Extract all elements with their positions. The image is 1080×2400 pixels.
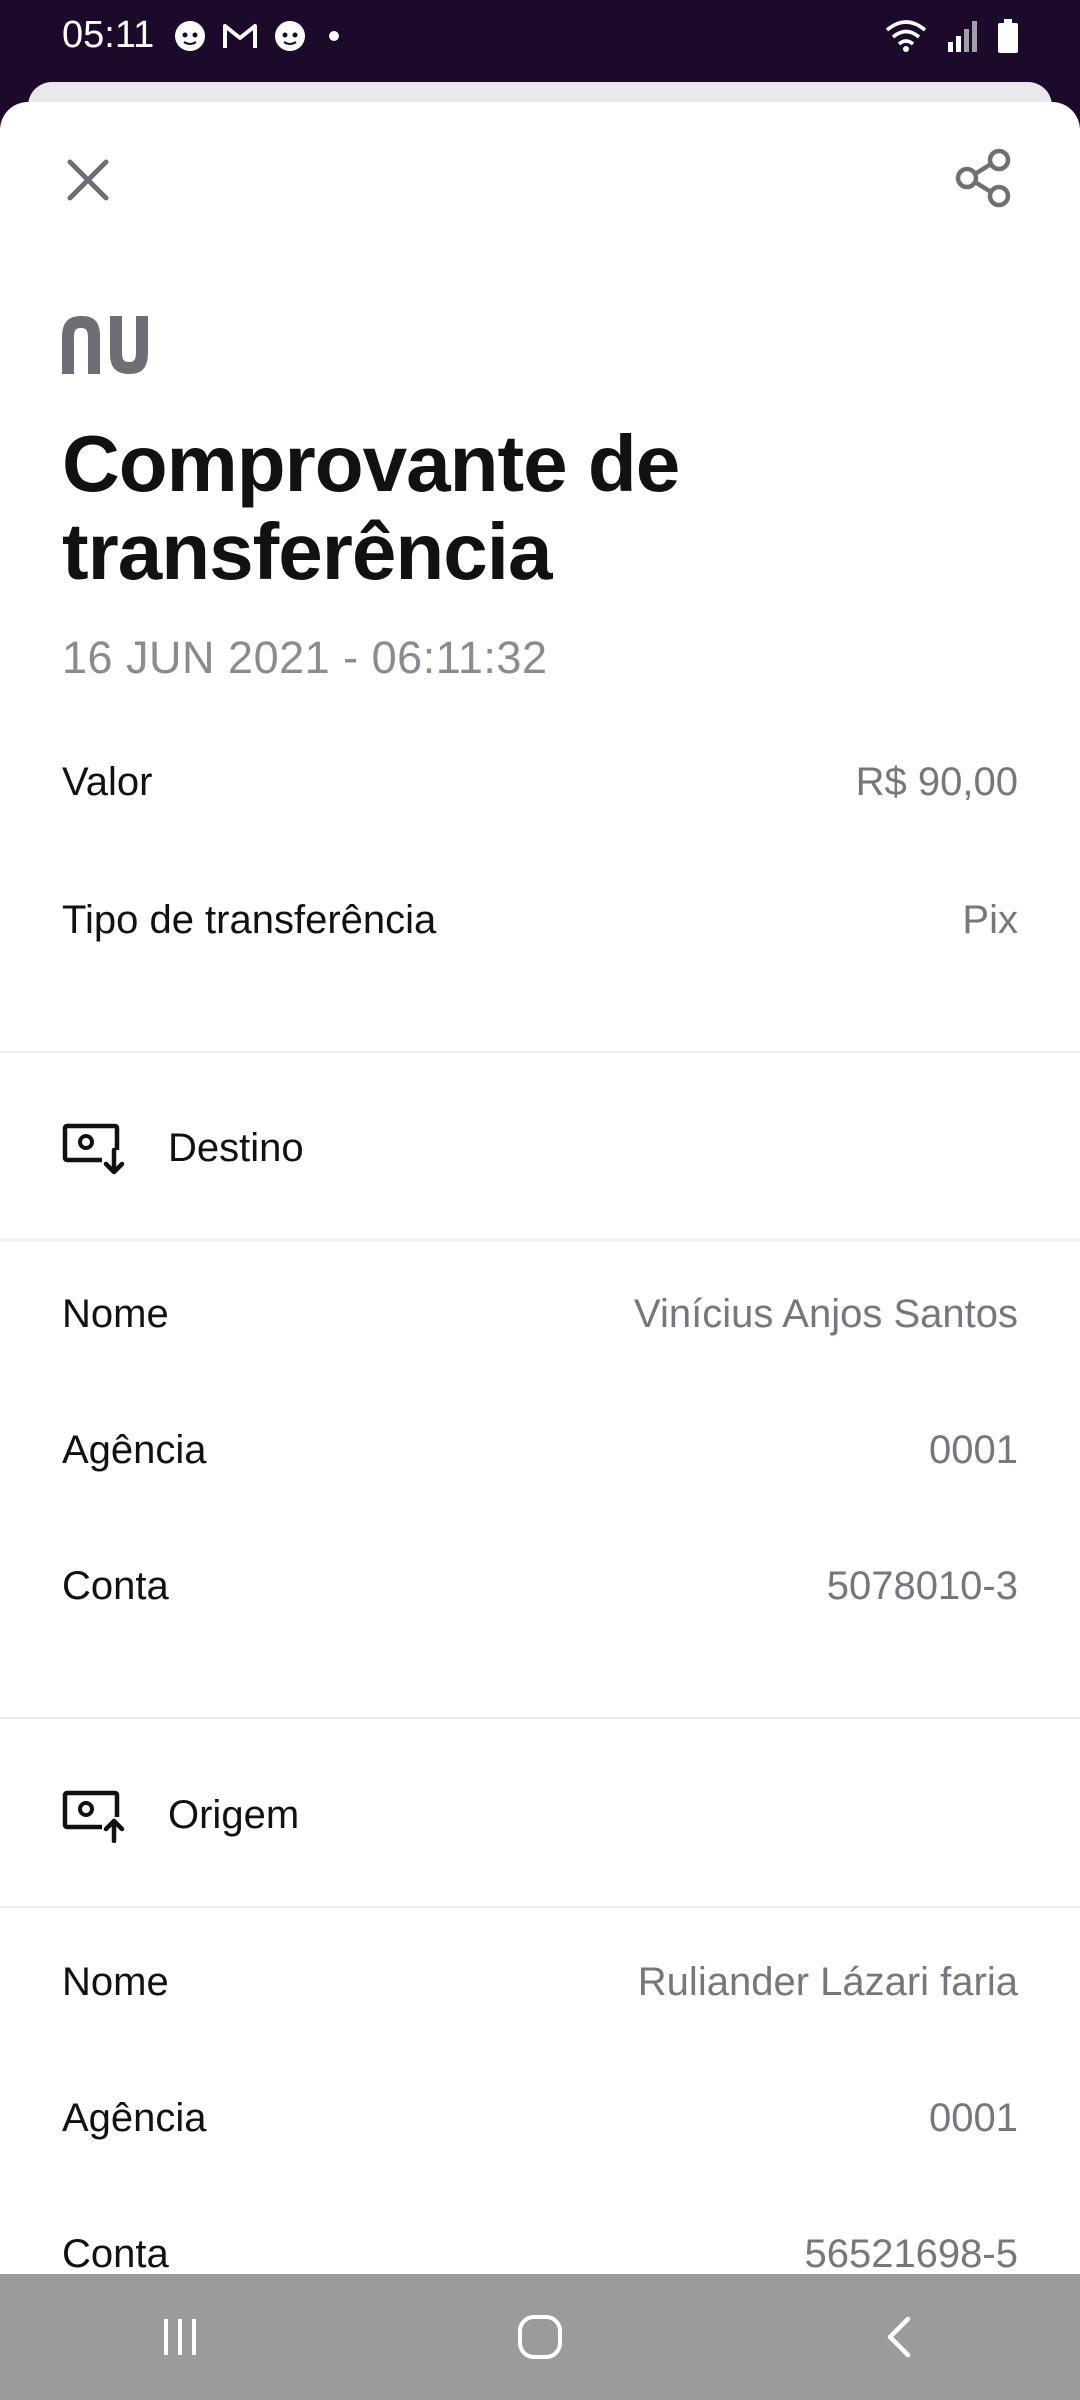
destination-agency-label: Agência — [62, 1427, 207, 1472]
origin-section-header: Origem — [62, 1780, 299, 1850]
destination-agency-value: 0001 — [929, 1427, 1018, 1472]
destination-name-value: Vinícius Anjos Santos — [634, 1291, 1018, 1336]
home-button[interactable] — [480, 2292, 600, 2382]
destination-heading: Destino — [168, 1125, 304, 1170]
status-time: 05:11 — [62, 14, 155, 56]
back-icon — [887, 2316, 911, 2358]
destination-name-label: Nome — [62, 1291, 169, 1336]
amount-row: Valor R$ 90,00 — [62, 752, 1018, 812]
destination-section-header: Destino — [62, 1113, 304, 1183]
gmail-icon — [222, 21, 258, 51]
origin-account-value: 56521698-5 — [804, 2231, 1018, 2275]
receipt-sheet: Comprovante de transferência 16 JUN 2021… — [0, 102, 1080, 2274]
signal-icon — [944, 18, 980, 54]
origin-agency-value: 0001 — [929, 2095, 1018, 2140]
close-button[interactable] — [60, 152, 116, 208]
money-download-icon — [62, 1123, 126, 1176]
origin-account-row: Conta 56521698-5 — [62, 2224, 1018, 2275]
recents-button[interactable] — [120, 2292, 240, 2382]
status-left-icons — [172, 18, 346, 54]
wifi-icon — [884, 18, 928, 54]
divider — [0, 1906, 1080, 1908]
home-icon — [518, 2315, 562, 2359]
face-icon-2 — [272, 18, 308, 54]
destination-account-row: Conta 5078010-3 — [62, 1556, 1018, 1616]
page-title: Comprovante de transferência — [62, 419, 680, 596]
navigation-bar — [0, 2274, 1080, 2400]
origin-agency-label: Agência — [62, 2095, 207, 2140]
origin-name-label: Nome — [62, 1959, 169, 2004]
share-button[interactable] — [952, 146, 1016, 210]
divider — [0, 1051, 1080, 1053]
battery-icon — [996, 18, 1020, 54]
close-icon — [67, 159, 109, 201]
transaction-datetime: 16 JUN 2021 - 06:11:32 — [62, 632, 548, 683]
recents-icon — [164, 2319, 196, 2355]
amount-value: R$ 90,00 — [855, 759, 1018, 804]
origin-name-value: Ruliander Lázari faria — [637, 1959, 1018, 2004]
share-icon — [955, 148, 1011, 208]
divider — [0, 1717, 1080, 1719]
amount-label: Valor — [62, 759, 153, 804]
origin-account-label: Conta — [62, 2231, 169, 2275]
transfer-type-label: Tipo de transferência — [62, 897, 437, 942]
destination-account-label: Conta — [62, 1563, 169, 1608]
destination-agency-row: Agência 0001 — [62, 1420, 1018, 1480]
destination-name-row: Nome Vinícius Anjos Santos — [62, 1284, 1018, 1344]
transfer-type-value: Pix — [962, 897, 1018, 942]
destination-account-value: 5078010-3 — [826, 1563, 1018, 1608]
face-icon — [172, 18, 208, 54]
back-button[interactable] — [840, 2292, 960, 2382]
origin-name-row: Nome Ruliander Lázari faria — [62, 1952, 1018, 2012]
transfer-type-row: Tipo de transferência Pix — [62, 890, 1018, 950]
status-right-icons — [884, 18, 1020, 54]
nubank-logo — [62, 316, 174, 381]
notification-dot-icon — [322, 24, 346, 48]
origin-heading: Origem — [168, 1792, 300, 1837]
status-bar: 05:11 — [0, 0, 1080, 80]
divider — [0, 1239, 1080, 1241]
money-upload-icon — [62, 1790, 126, 1843]
origin-agency-row: Agência 0001 — [62, 2088, 1018, 2148]
